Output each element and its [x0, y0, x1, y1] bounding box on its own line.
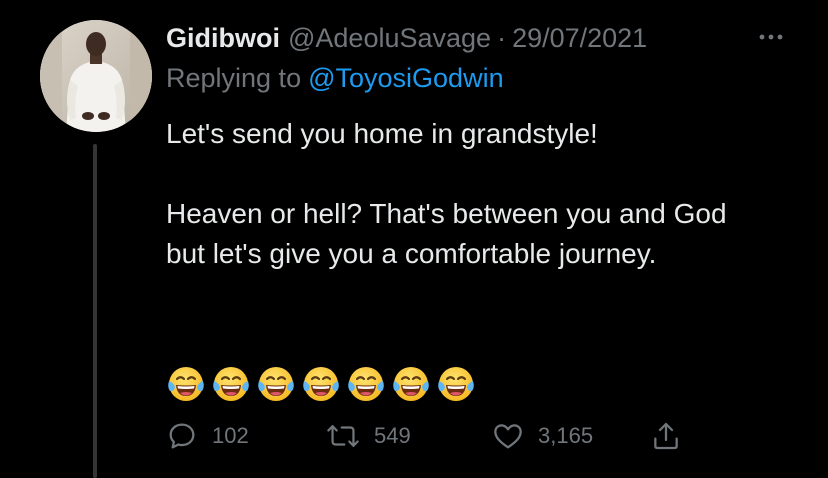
heart-icon [494, 424, 522, 449]
tears-of-joy-emoji-icon [303, 367, 339, 401]
reply-icon [169, 423, 195, 449]
tears-of-joy-emoji-icon [393, 367, 429, 401]
tears-of-joy-emoji-icon [213, 367, 249, 401]
share-icon [654, 422, 678, 450]
tweet-header: Gidibwoi @AdeoluSavage · 29/07/2021 [166, 18, 806, 58]
tears-of-joy-emoji-icon [438, 367, 474, 401]
separator-dot: · [497, 23, 507, 53]
avatar-photo [40, 20, 152, 132]
retweet-icon [327, 425, 359, 447]
tweet-text: Let's send you home in grandstyle! Heave… [166, 114, 766, 274]
tweet-date[interactable]: 29/07/2021 [512, 18, 647, 58]
replying-to: Replying to @ToyosiGodwin [166, 58, 806, 98]
tweet-content: Gidibwoi @AdeoluSavage · 29/07/2021 Repl… [166, 18, 806, 274]
thread-line [93, 144, 97, 478]
emoji-row [166, 364, 476, 404]
replying-to-label: Replying to [166, 63, 302, 93]
reply-count: 102 [212, 423, 249, 448]
retweet-button[interactable]: 549 [326, 416, 411, 456]
avatar[interactable] [40, 20, 152, 132]
retweet-count: 549 [374, 423, 411, 448]
tears-of-joy-emoji-icon [168, 367, 204, 401]
tears-of-joy-emoji-icon [348, 367, 384, 401]
user-handle[interactable]: @AdeoluSavage [288, 18, 491, 58]
tweet-text-paragraph: Let's send you home in grandstyle! [166, 118, 598, 149]
like-count: 3,165 [538, 423, 594, 448]
tweet-text-paragraph: Heaven or hell? That's between you and G… [166, 198, 727, 269]
replying-to-handle[interactable]: @ToyosiGodwin [308, 63, 504, 93]
tweet[interactable]: Gidibwoi @AdeoluSavage · 29/07/2021 Repl… [0, 0, 828, 478]
share-button[interactable] [650, 416, 682, 456]
tears-of-joy-emoji-icon [258, 367, 294, 401]
reply-button[interactable]: 102 [166, 416, 249, 456]
more-icon[interactable] [756, 22, 786, 52]
like-button[interactable]: 3,165 [492, 416, 593, 456]
tweet-actions: 102 549 3,165 [166, 416, 726, 456]
display-name[interactable]: Gidibwoi [166, 18, 280, 58]
